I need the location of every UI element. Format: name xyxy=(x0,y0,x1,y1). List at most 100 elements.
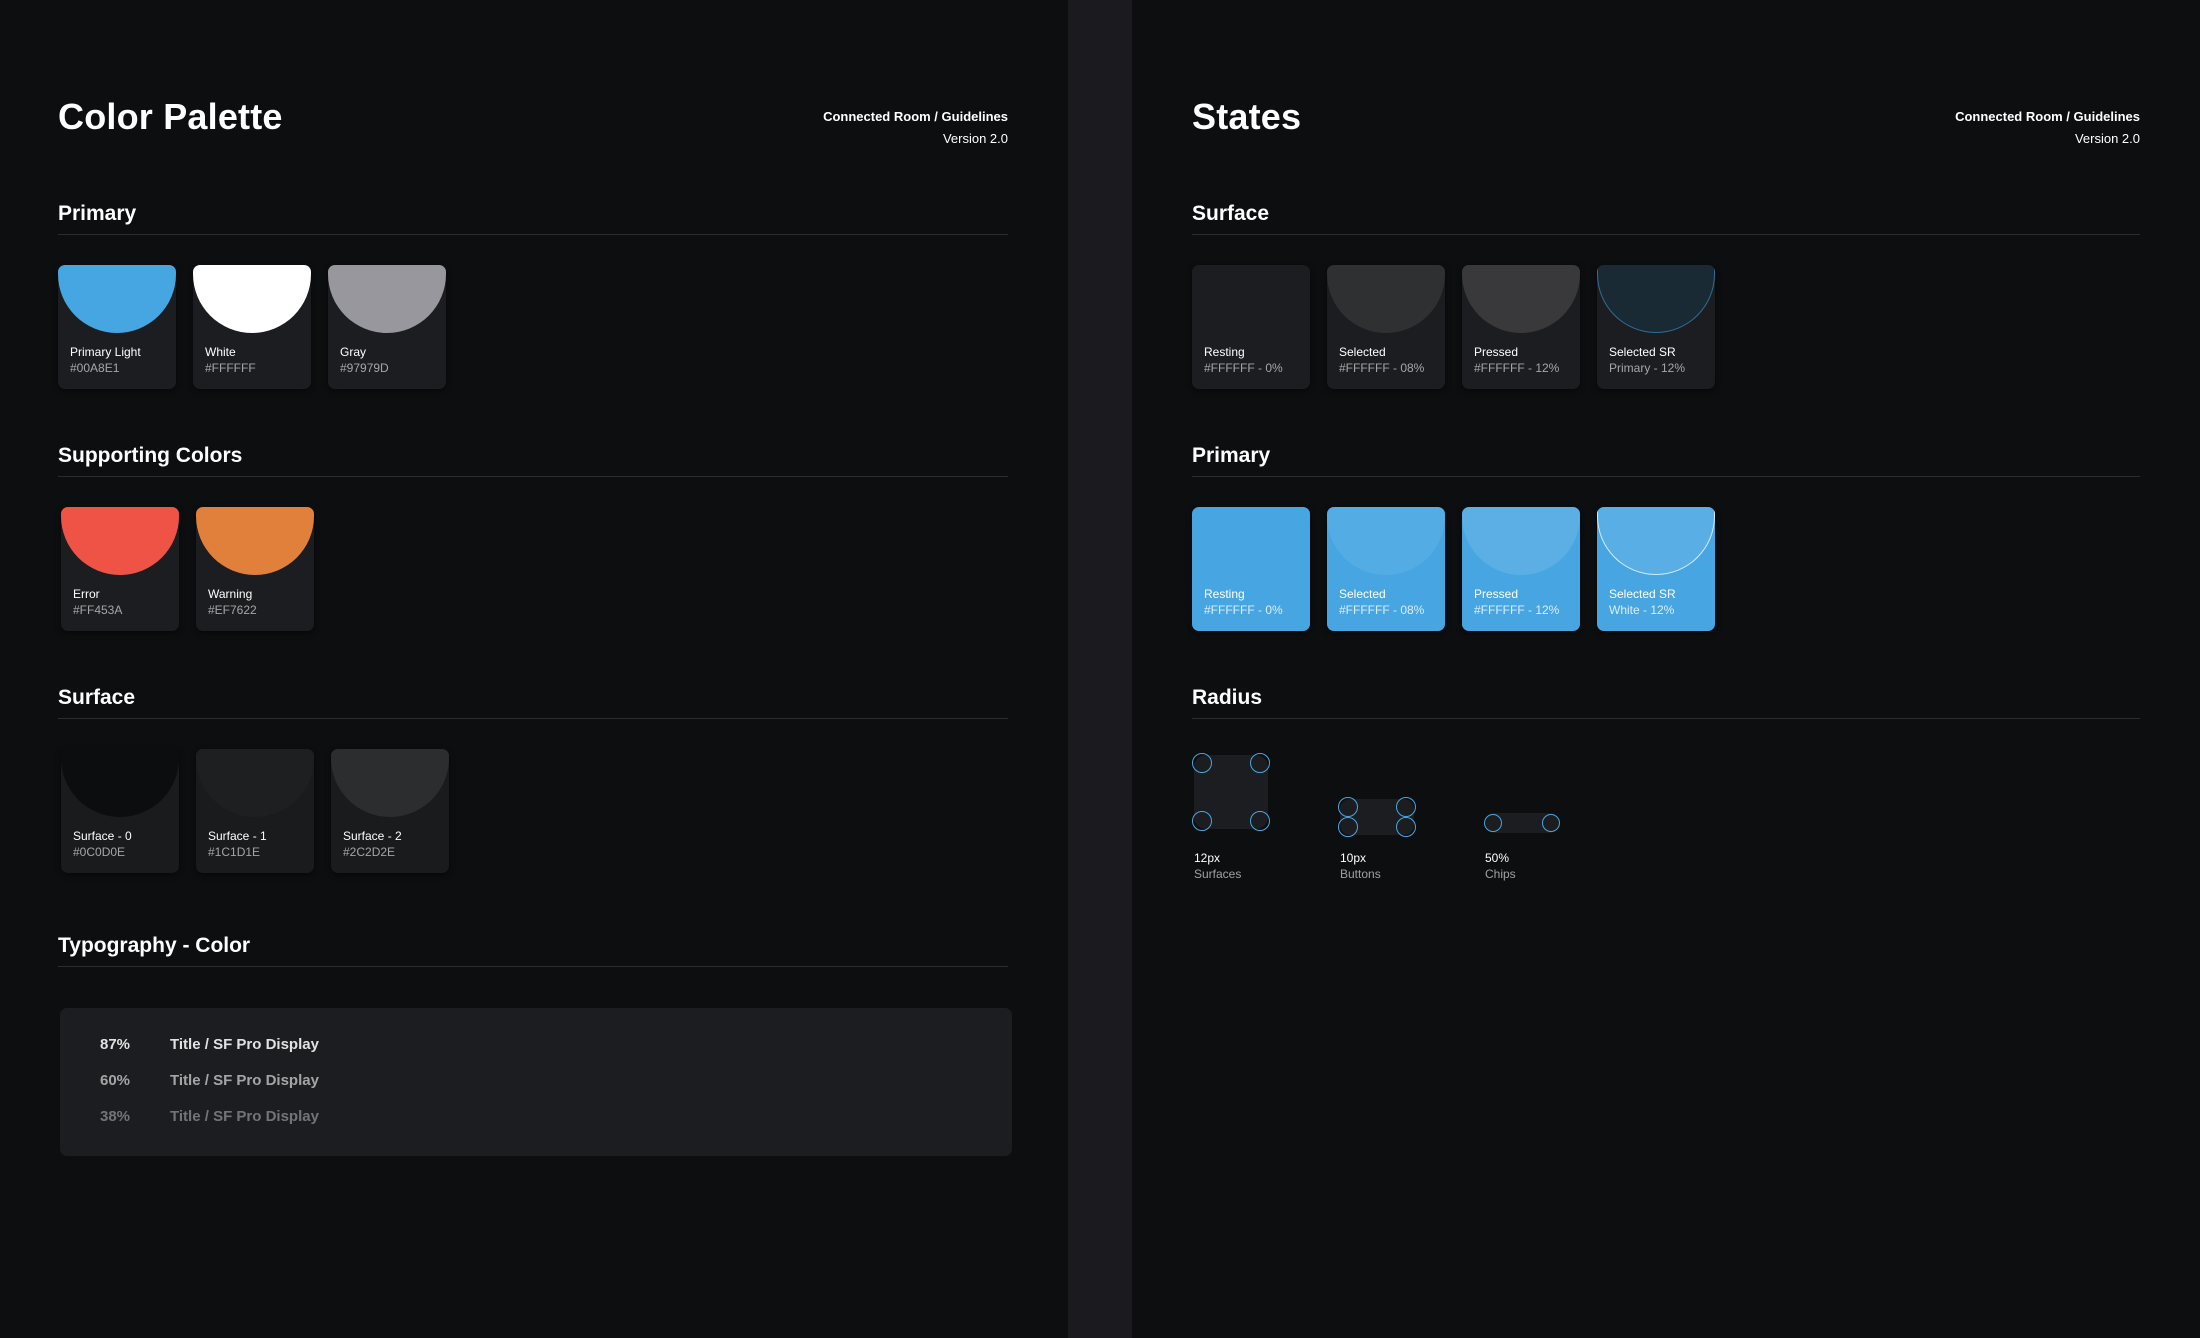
swatch-code: #FFFFFF xyxy=(205,361,256,375)
swatch-surface-0: Surface - 0 #0C0D0E xyxy=(61,749,179,873)
color-chip xyxy=(61,507,179,575)
state-overlay xyxy=(1597,507,1715,575)
state-overlay xyxy=(1462,265,1580,333)
board-gutter xyxy=(1068,0,1132,1338)
states-board: States Connected Room / Guidelines Versi… xyxy=(1132,0,2200,1338)
state-code: #FFFFFF - 0% xyxy=(1204,361,1283,375)
state-code: #FFFFFF - 08% xyxy=(1339,361,1425,375)
state-surface-pressed: Pressed #FFFFFF - 12% xyxy=(1462,265,1580,389)
swatch-name: Surface - 0 xyxy=(73,829,132,843)
swatch-primary-light: Primary Light #00A8E1 xyxy=(58,265,176,389)
state-code: #FFFFFF - 12% xyxy=(1474,361,1560,375)
color-chip xyxy=(58,265,176,333)
color-chip xyxy=(196,507,314,575)
radius-value: 12px xyxy=(1194,851,1221,865)
version-label: Version 2.0 xyxy=(942,131,1008,146)
swatch-code: #97979D xyxy=(340,361,389,375)
swatch-white: White #FFFFFF xyxy=(193,265,311,389)
type-sample: Title / SF Pro Display xyxy=(170,1072,319,1089)
state-name: Pressed xyxy=(1474,587,1519,601)
swatch-name: Gray xyxy=(340,345,367,359)
radius-preview xyxy=(1484,813,1560,833)
breadcrumb: Connected Room / Guidelines xyxy=(823,109,1008,124)
swatch-code: #00A8E1 xyxy=(70,361,120,375)
color-chip xyxy=(193,265,311,333)
board-meta: Connected Room / Guidelines Version 2.0 xyxy=(1955,106,2140,150)
surface-colors-section: Surface Surface - 0 #0C0D0E Surface - 1 … xyxy=(58,686,1008,873)
board-meta: Connected Room / Guidelines Version 2.0 xyxy=(823,106,1008,150)
color-chip xyxy=(331,749,449,817)
swatch-name: White xyxy=(205,345,236,359)
color-chip xyxy=(328,265,446,333)
state-name: Resting xyxy=(1204,345,1245,359)
state-surface-selected: Selected #FFFFFF - 08% xyxy=(1327,265,1445,389)
swatch-name: Primary Light xyxy=(70,345,141,359)
state-primary-selected-sr: Selected SR White - 12% xyxy=(1597,507,1715,631)
state-primary-pressed: Pressed #FFFFFF - 12% xyxy=(1462,507,1580,631)
state-code: White - 12% xyxy=(1609,603,1675,617)
typography-color-section: Typography - Color xyxy=(58,934,1008,967)
state-name: Pressed xyxy=(1474,345,1519,359)
radius-value: 10px xyxy=(1340,851,1367,865)
color-chip xyxy=(61,749,179,817)
state-name: Selected SR xyxy=(1609,345,1676,359)
swatch-gray: Gray #97979D xyxy=(328,265,446,389)
state-primary-selected: Selected #FFFFFF - 08% xyxy=(1327,507,1445,631)
state-primary-resting: Resting #FFFFFF - 0% xyxy=(1192,507,1310,631)
page-title: Color Palette xyxy=(58,96,283,137)
swatch-code: #0C0D0E xyxy=(73,845,126,859)
state-overlay xyxy=(1327,265,1445,333)
radius-section: Radius 12px Surfaces 10px Buttons 50% Ch… xyxy=(1192,686,2140,895)
section-title: Surface xyxy=(58,686,1008,719)
state-code: #FFFFFF - 08% xyxy=(1339,603,1425,617)
state-overlay xyxy=(1462,507,1580,575)
section-title: Supporting Colors xyxy=(58,444,1008,477)
opacity-label: 87% xyxy=(100,1036,131,1053)
swatch-warning: Warning #EF7622 xyxy=(196,507,314,631)
section-title: Typography - Color xyxy=(58,934,1008,967)
state-code: #FFFFFF - 0% xyxy=(1204,603,1283,617)
opacity-label: 60% xyxy=(100,1072,131,1089)
version-label: Version 2.0 xyxy=(2074,131,2140,146)
type-sample: Title / SF Pro Display xyxy=(170,1108,319,1125)
type-sample: Title / SF Pro Display xyxy=(170,1036,319,1053)
section-title: Primary xyxy=(58,202,1008,235)
state-overlay xyxy=(1327,507,1445,575)
color-chip xyxy=(196,749,314,817)
state-name: Selected xyxy=(1339,345,1386,359)
typography-card: 87% Title / SF Pro Display 60% Title / SF … xyxy=(60,1008,1012,1156)
swatch-name: Surface - 2 xyxy=(343,829,402,843)
color-palette-board: Color Palette Connected Room / Guideline… xyxy=(0,0,1068,1338)
swatch-error: Error #FF453A xyxy=(61,507,179,631)
state-name: Selected xyxy=(1339,587,1386,601)
typography-row: 60% Title / SF Pro Display xyxy=(100,1072,319,1089)
state-surface-selected-sr: Selected SR Primary - 12% xyxy=(1597,265,1715,389)
swatch-name: Warning xyxy=(208,587,253,601)
typography-row: 38% Title / SF Pro Display xyxy=(100,1108,319,1125)
state-name: Resting xyxy=(1204,587,1245,601)
radius-usage: Chips xyxy=(1485,867,1516,881)
typography-row: 87% Title / SF Pro Display xyxy=(100,1036,319,1053)
primary-colors-section: Primary Primary Light #00A8E1 White #FFF… xyxy=(58,202,1008,389)
swatch-code: #FF453A xyxy=(73,603,123,617)
state-overlay xyxy=(1597,265,1715,333)
state-code: Primary - 12% xyxy=(1609,361,1686,375)
swatch-code: #EF7622 xyxy=(208,603,257,617)
swatch-surface-1: Surface - 1 #1C1D1E xyxy=(196,749,314,873)
primary-states-section: Primary Resting #FFFFFF - 0% Selected #F… xyxy=(1192,444,2140,631)
breadcrumb: Connected Room / Guidelines xyxy=(1955,109,2140,124)
section-title: Surface xyxy=(1192,202,2140,235)
page-title: States xyxy=(1192,96,1302,137)
radius-preview xyxy=(1338,797,1416,837)
radius-usage: Surfaces xyxy=(1194,867,1242,881)
opacity-label: 38% xyxy=(100,1108,131,1125)
state-code: #FFFFFF - 12% xyxy=(1474,603,1560,617)
state-surface-resting: Resting #FFFFFF - 0% xyxy=(1192,265,1310,389)
state-name: Selected SR xyxy=(1609,587,1676,601)
radius-preview xyxy=(1192,753,1270,831)
swatch-name: Error xyxy=(73,587,100,601)
swatch-code: #1C1D1E xyxy=(208,845,261,859)
swatch-name: Surface - 1 xyxy=(208,829,267,843)
surface-states-section: Surface Resting #FFFFFF - 0% Selected #F… xyxy=(1192,202,2140,389)
radius-usage: Buttons xyxy=(1340,867,1381,881)
